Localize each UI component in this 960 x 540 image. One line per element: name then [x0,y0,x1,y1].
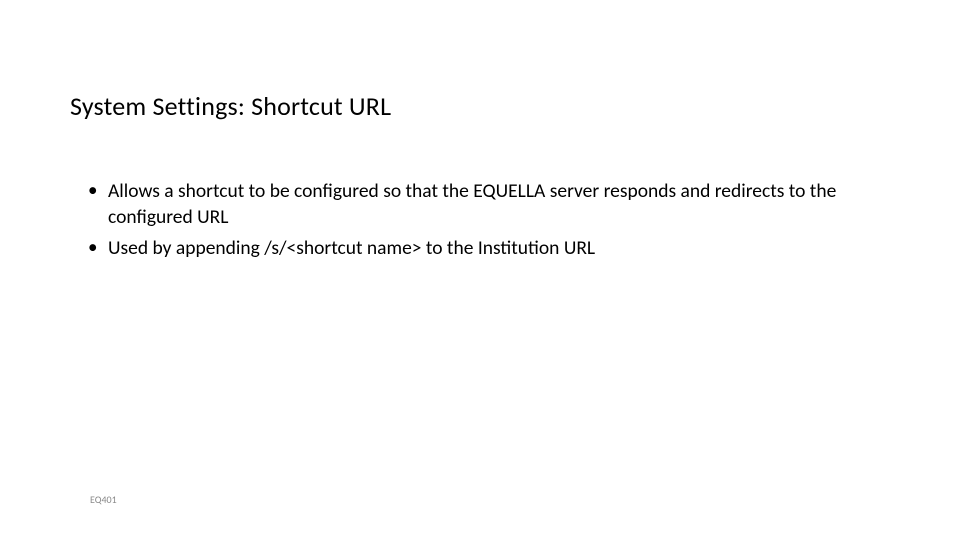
slide-container: System Settings: Shortcut URL Allows a s… [0,0,960,540]
bullet-list: Allows a shortcut to be configured so th… [70,178,890,261]
footer-label: EQ401 [90,493,117,506]
list-item: Used by appending /s/<shortcut name> to … [88,235,890,261]
list-item: Allows a shortcut to be configured so th… [88,178,890,231]
slide-title: System Settings: Shortcut URL [70,90,890,122]
